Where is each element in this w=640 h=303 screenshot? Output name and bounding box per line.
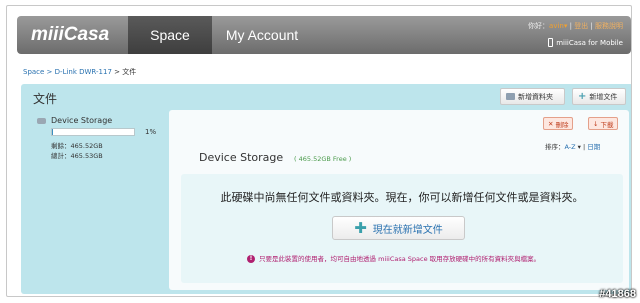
app-frame: miiiCasa Space My Account 你好：avin▾ | 登出 … xyxy=(6,5,632,297)
download-label: 下載 xyxy=(600,120,614,129)
logout-link[interactable]: 登出 xyxy=(574,22,588,30)
info-note: ! 只要是此裝置的使用者，均可自由地透過 miiiCasa Space 取用存放… xyxy=(247,255,569,264)
folder-icon xyxy=(506,93,515,100)
new-file-button[interactable]: + 新增文件 xyxy=(572,88,626,105)
breadcrumb-current: > 文件 xyxy=(111,68,137,76)
user-bar-separator: | xyxy=(588,22,595,30)
free-space-label: ( 465.52GB Free ) xyxy=(294,155,352,163)
mobile-link-label: miiiCasa for Mobile xyxy=(556,38,623,47)
download-icon: ↓ xyxy=(593,119,599,128)
tab-space[interactable]: Space xyxy=(128,16,212,54)
empty-state-message: 此硬碟中尚無任何文件或資料夾。現在，你可以新增任何文件或是資料夾。 xyxy=(220,191,584,204)
phone-icon xyxy=(548,38,554,47)
content-card: ✕ 刪除 ↓ 下載 排序：A-Z ▾ | 日期 Device Storage (… xyxy=(169,110,629,290)
plus-icon: ✚ xyxy=(354,218,367,237)
new-folder-label: 新增資料夾 xyxy=(518,92,553,101)
new-folder-button[interactable]: 新增資料夾 xyxy=(500,88,565,105)
page-title: 文件 xyxy=(33,92,58,106)
storage-usage-fill xyxy=(52,129,53,135)
exclamation-icon: ! xyxy=(247,255,255,263)
storage-title: Device Storage xyxy=(199,151,284,164)
top-navigation-bar: miiiCasa Space My Account 你好：avin▾ | 登出 … xyxy=(17,16,631,54)
breadcrumb-link[interactable]: Space > D-Link DWR-117 xyxy=(23,68,112,76)
sort-controls: 排序：A-Z ▾ | 日期 xyxy=(545,141,600,151)
storage-usage-bar xyxy=(51,128,135,136)
add-file-now-button[interactable]: ✚ 現在就新增文件 xyxy=(332,216,465,240)
delete-button[interactable]: ✕ 刪除 xyxy=(543,117,574,130)
storage-usage-percent: 1% xyxy=(145,128,157,136)
breadcrumb: Space > D-Link DWR-117 > 文件 xyxy=(23,67,136,77)
username-link[interactable]: avin xyxy=(549,22,564,30)
drive-icon xyxy=(37,118,46,124)
user-bar: 你好：avin▾ | 登出 | 服務說明 xyxy=(528,21,623,31)
delete-label: 刪除 xyxy=(555,120,569,129)
info-note-text: 只要是此裝置的使用者，均可自由地透過 miiiCasa Space 取用存放硬碟… xyxy=(259,255,541,263)
help-link[interactable]: 服務說明 xyxy=(595,22,623,30)
greeting-label: 你好： xyxy=(528,22,550,30)
close-icon: ✕ xyxy=(548,119,554,128)
sidebar-device-storage[interactable]: Device Storage xyxy=(51,116,112,125)
storage-total: 總計：465.53GB xyxy=(51,152,103,160)
empty-state-box: 此硬碟中尚無任何文件或資料夾。現在，你可以新增任何文件或是資料夾。 ✚ 現在就新… xyxy=(181,174,623,283)
plus-icon: + xyxy=(578,90,587,102)
add-file-now-label: 現在就新增文件 xyxy=(372,224,443,236)
documents-panel: 文件 新增資料夾 + 新增文件 Device Storage 1% 剩餘：465… xyxy=(21,84,631,294)
sort-date-link[interactable]: 日期 xyxy=(587,143,600,151)
sort-label: 排序： xyxy=(545,143,565,151)
tab-my-account[interactable]: My Account xyxy=(214,16,310,54)
mobile-link[interactable]: miiiCasa for Mobile xyxy=(548,38,623,47)
sort-az-link[interactable]: A-Z xyxy=(565,143,576,151)
watermark: #41868 xyxy=(599,288,636,300)
storage-remaining: 剩餘：465.52GB xyxy=(51,142,103,150)
download-button[interactable]: ↓ 下載 xyxy=(588,117,619,130)
miiicasa-logo[interactable]: miiiCasa xyxy=(31,24,109,46)
sort-separator: ▾ | xyxy=(575,143,588,151)
new-file-label: 新增文件 xyxy=(589,92,618,101)
